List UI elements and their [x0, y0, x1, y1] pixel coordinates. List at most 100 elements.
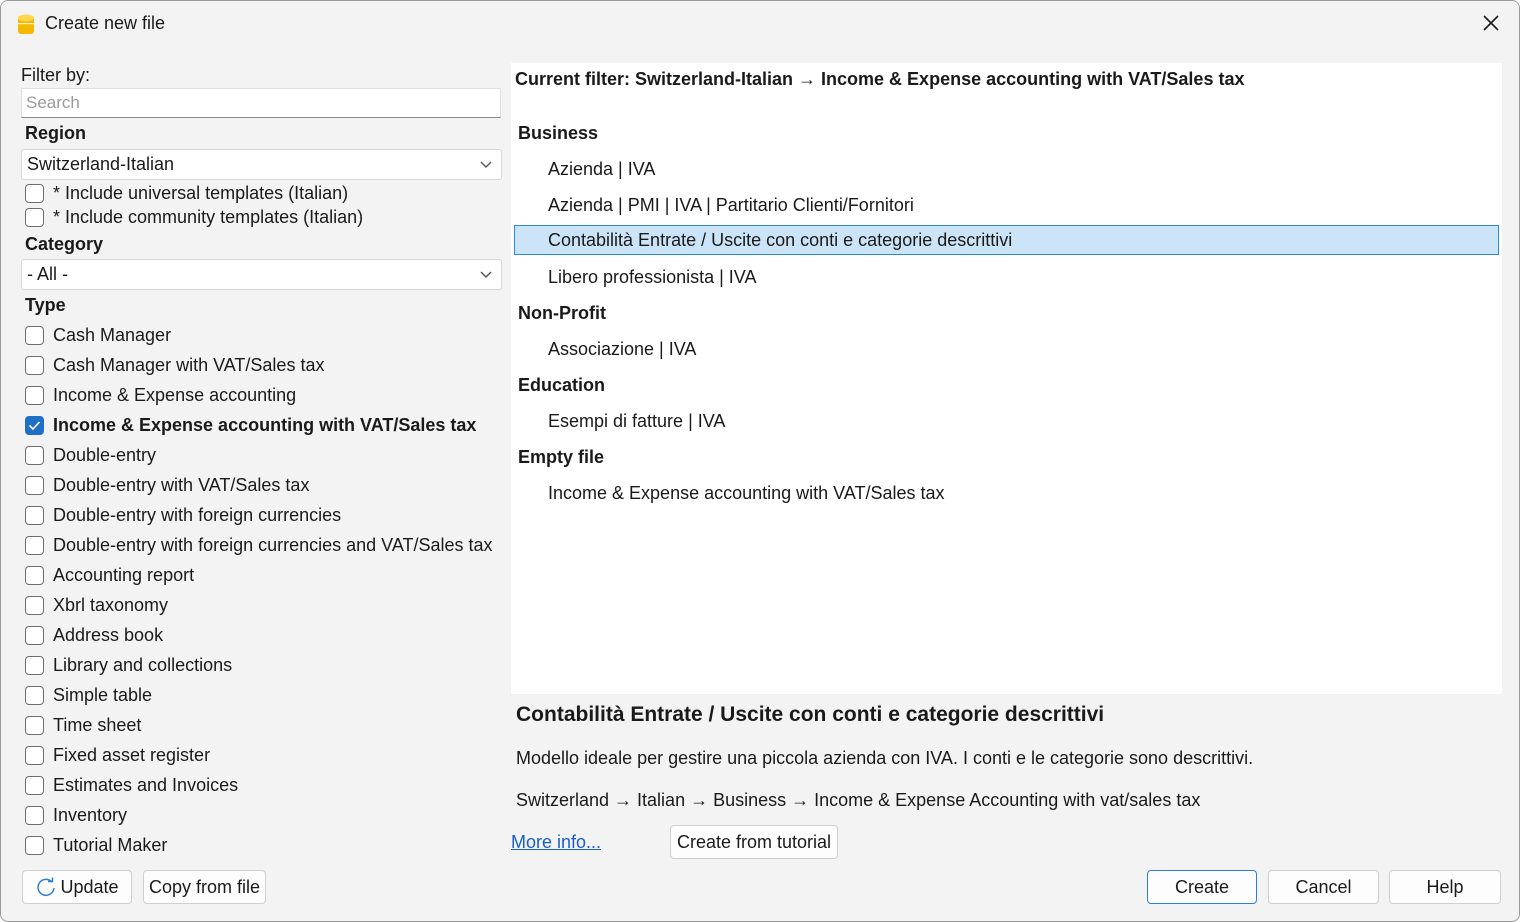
type-item-income-expense-vat[interactable]: Income & Expense accounting with VAT/Sal…: [25, 413, 476, 437]
type-item-label: Xbrl taxonomy: [53, 594, 169, 615]
template-item[interactable]: Libero professionista | IVA: [514, 262, 1499, 292]
refresh-icon: [37, 877, 56, 897]
checkbox-box[interactable]: [25, 385, 44, 405]
cancel-button[interactable]: Cancel: [1268, 870, 1379, 904]
type-item-simple-table[interactable]: Simple table: [25, 683, 152, 707]
checkbox-box[interactable]: [25, 565, 44, 585]
template-item-label: Azienda | IVA: [548, 158, 656, 179]
type-item-label: Accounting report: [53, 564, 195, 585]
checkbox-box[interactable]: [25, 745, 44, 765]
template-item-label: Esempi di fatture | IVA: [548, 410, 726, 431]
chevron-down-icon: [480, 161, 492, 168]
create-button[interactable]: Create: [1147, 870, 1257, 904]
template-item-label: Libero professionista | IVA: [548, 266, 757, 287]
update-button[interactable]: Update: [22, 870, 132, 904]
checkbox-box[interactable]: [25, 445, 44, 465]
type-item-label: Simple table: [53, 684, 153, 705]
type-item-cash-manager-vat[interactable]: Cash Manager with VAT/Sales tax: [25, 353, 324, 377]
filter-label: Filter by:: [21, 65, 91, 85]
type-item-label: Double-entry with foreign currencies: [53, 504, 342, 525]
checkbox-box[interactable]: [25, 685, 44, 705]
category-select[interactable]: - All -: [21, 259, 502, 290]
include-community-label: * Include community templates (Italian): [53, 206, 364, 227]
group-title-non-profit: Non-Profit: [518, 303, 606, 323]
type-item-label: Double-entry with VAT/Sales tax: [53, 474, 310, 495]
category-label: Category: [25, 234, 104, 254]
type-item-label: Income & Expense accounting: [53, 384, 297, 405]
type-item-xbrl-taxonomy[interactable]: Xbrl taxonomy: [25, 593, 168, 617]
type-item-income-expense[interactable]: Income & Expense accounting: [25, 383, 296, 407]
template-item[interactable]: Azienda | IVA: [514, 154, 1499, 184]
more-info-link[interactable]: More info...: [511, 832, 601, 853]
description-text: Modello ideale per gestire una piccola a…: [516, 748, 1254, 768]
region-select[interactable]: Switzerland-Italian: [21, 149, 502, 180]
checkbox-box[interactable]: [25, 325, 44, 345]
checkbox-box[interactable]: [25, 475, 44, 495]
type-item-double-entry-foreign[interactable]: Double-entry with foreign currencies: [25, 503, 341, 527]
include-universal-label: * Include universal templates (Italian): [53, 182, 349, 203]
create-from-tutorial-label: Create from tutorial: [676, 831, 832, 852]
checkbox-box[interactable]: [25, 805, 44, 825]
current-filter-text: Current filter: Switzerland-Italian → In…: [515, 69, 1245, 89]
template-item[interactable]: Income & Expense accounting with VAT/Sal…: [514, 478, 1499, 508]
type-item-library[interactable]: Library and collections: [25, 653, 232, 677]
checkbox-box-checked[interactable]: [25, 415, 44, 435]
type-item-address-book[interactable]: Address book: [25, 623, 163, 647]
type-item-label: Estimates and Invoices: [53, 774, 239, 795]
group-title-empty-file: Empty file: [518, 447, 605, 467]
create-from-tutorial-button[interactable]: Create from tutorial: [670, 825, 838, 859]
include-universal-checkbox[interactable]: * Include universal templates (Italian): [25, 181, 348, 205]
checkbox-box[interactable]: [25, 715, 44, 735]
type-item-label: Income & Expense accounting with VAT/Sal…: [53, 414, 477, 435]
search-input[interactable]: [21, 88, 501, 118]
chevron-down-icon: [480, 271, 492, 278]
checkbox-box[interactable]: [25, 775, 44, 795]
template-item-label: Contabilità Entrate / Uscite con conti e…: [548, 229, 1013, 250]
checkbox-box[interactable]: [25, 207, 44, 227]
create-new-file-dialog: Create new file Filter by: Region Switze…: [0, 0, 1520, 922]
checkbox-box[interactable]: [25, 595, 44, 615]
type-item-label: Cash Manager with VAT/Sales tax: [53, 354, 325, 375]
type-item-label: Double-entry: [53, 444, 157, 465]
cancel-label: Cancel: [1295, 876, 1352, 897]
copy-from-file-button[interactable]: Copy from file: [143, 870, 266, 904]
template-list: Current filter: Switzerland-Italian → In…: [511, 63, 1502, 694]
checkbox-box[interactable]: [25, 655, 44, 675]
template-item[interactable]: Associazione | IVA: [514, 334, 1499, 364]
type-item-fixed-asset[interactable]: Fixed asset register: [25, 743, 210, 767]
type-item-estimates-invoices[interactable]: Estimates and Invoices: [25, 773, 238, 797]
type-item-cash-manager[interactable]: Cash Manager: [25, 323, 171, 347]
type-item-label: Inventory: [53, 804, 128, 825]
include-community-checkbox[interactable]: * Include community templates (Italian): [25, 205, 363, 229]
description-title: Contabilità Entrate / Uscite con conti e…: [516, 703, 1105, 726]
type-item-label: Tutorial Maker: [53, 834, 168, 855]
type-item-double-entry[interactable]: Double-entry: [25, 443, 156, 467]
type-item-double-entry-foreign-vat[interactable]: Double-entry with foreign currencies and…: [25, 533, 493, 557]
description-path: Switzerland → Italian → Business → Incom…: [516, 790, 1201, 810]
type-item-label: Fixed asset register: [53, 744, 211, 765]
checkbox-box[interactable]: [25, 835, 44, 855]
checkbox-box[interactable]: [25, 535, 44, 555]
title-bar: Create new file: [1, 1, 1519, 45]
type-item-label: Cash Manager: [53, 324, 172, 345]
type-item-label: Library and collections: [53, 654, 233, 675]
type-item-tutorial-maker[interactable]: Tutorial Maker: [25, 833, 167, 857]
checkbox-box[interactable]: [25, 505, 44, 525]
checkbox-box[interactable]: [25, 625, 44, 645]
group-title-education: Education: [518, 375, 606, 395]
close-button[interactable]: [1473, 7, 1509, 39]
checkbox-box[interactable]: [25, 183, 44, 203]
type-item-time-sheet[interactable]: Time sheet: [25, 713, 141, 737]
help-button[interactable]: Help: [1389, 870, 1501, 904]
type-item-label: Address book: [53, 624, 164, 645]
banana-app-icon: [18, 14, 34, 34]
type-item-accounting-report[interactable]: Accounting report: [25, 563, 194, 587]
checkmark-icon: [28, 420, 41, 430]
checkbox-box[interactable]: [25, 355, 44, 375]
template-item[interactable]: Esempi di fatture | IVA: [514, 406, 1499, 436]
region-label: Region: [25, 123, 86, 143]
type-item-double-entry-vat[interactable]: Double-entry with VAT/Sales tax: [25, 473, 309, 497]
template-item-selected[interactable]: Contabilità Entrate / Uscite con conti e…: [514, 225, 1499, 255]
template-item[interactable]: Azienda | PMI | IVA | Partitario Clienti…: [514, 190, 1499, 220]
type-item-inventory[interactable]: Inventory: [25, 803, 127, 827]
